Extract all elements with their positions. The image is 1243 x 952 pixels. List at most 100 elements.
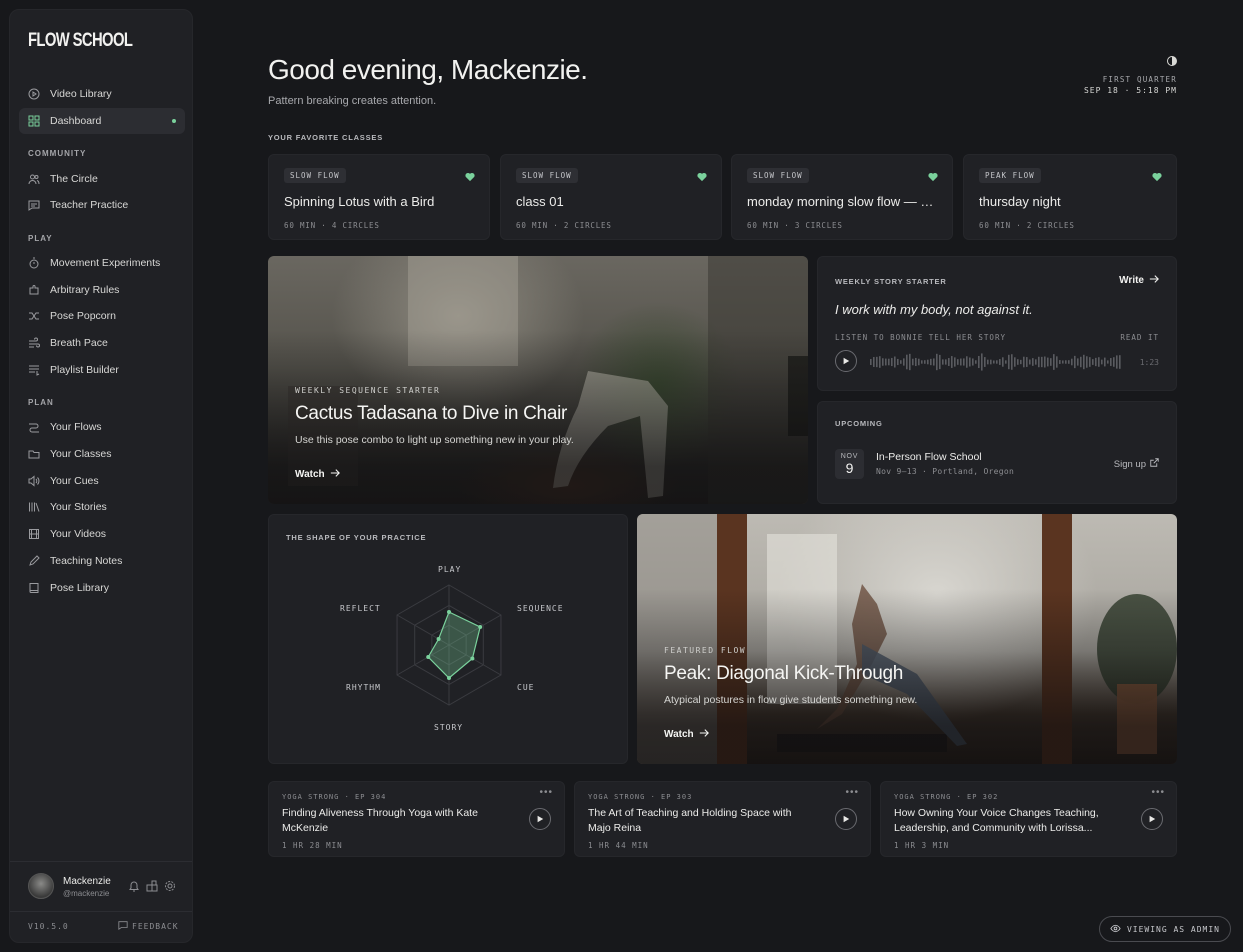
sidebar-item-arbitrary-rules[interactable]: Arbitrary Rules — [19, 277, 185, 303]
podcast-episode-card[interactable]: YOGA STRONG · EP 303 ••• The Art of Teac… — [574, 781, 871, 857]
waveform-bar — [1110, 358, 1112, 366]
waveform-bar — [1029, 359, 1031, 365]
heart-icon[interactable] — [465, 169, 475, 182]
sidebar-item-label: Your Videos — [50, 528, 107, 540]
app-version: V10.5.0 — [28, 922, 69, 931]
sequence-starter-card[interactable]: WEEKLY SEQUENCE STARTER Cactus Tadasana … — [268, 256, 808, 504]
bell-icon[interactable] — [128, 880, 140, 892]
heart-icon[interactable] — [697, 169, 707, 182]
sidebar-item-your-cues[interactable]: Your Cues — [19, 468, 185, 494]
waveform-bar — [1101, 359, 1103, 365]
event-month: NOV — [840, 453, 859, 460]
feedback-button[interactable]: FEEDBACK — [118, 920, 179, 932]
avatar[interactable] — [28, 873, 54, 899]
waveform-bar — [891, 357, 893, 367]
waveform-bar — [957, 359, 959, 365]
sidebar-divider — [10, 861, 192, 862]
more-options-icon[interactable]: ••• — [845, 787, 859, 798]
sidebar-item-your-flows[interactable]: Your Flows — [19, 414, 185, 440]
blocks-icon[interactable] — [146, 880, 158, 892]
heart-icon[interactable] — [928, 169, 938, 182]
sidebar-item-your-stories[interactable]: Your Stories — [19, 494, 185, 520]
favorite-class-card[interactable]: PEAK FLOW thursday night 60 MIN · 2 CIRC… — [963, 154, 1177, 240]
class-title: class 01 — [516, 194, 564, 209]
episode-play-button[interactable] — [835, 808, 857, 830]
listen-label: LISTEN TO BONNIE TELL HER STORY — [835, 333, 1006, 342]
favorite-class-card[interactable]: SLOW FLOW monday morning slow flow — c..… — [731, 154, 953, 240]
sidebar: FLOW SCHOOL Video Library Dashboard COMM… — [9, 9, 193, 943]
sidebar-item-the-circle[interactable]: The Circle — [19, 166, 185, 192]
sidebar-item-label: Your Stories — [50, 501, 107, 513]
waveform-bar — [960, 358, 962, 366]
user-actions — [128, 880, 176, 892]
sidebar-item-playlist-builder[interactable]: Playlist Builder — [19, 357, 185, 383]
waveform-bar — [1116, 355, 1118, 369]
audio-waveform[interactable] — [870, 350, 1122, 374]
upcoming-event-card: UPCOMING NOV 9 In-Person Flow School Nov… — [817, 401, 1177, 504]
podcast-episode-card[interactable]: YOGA STRONG · EP 304 ••• Finding Alivene… — [268, 781, 565, 857]
sidebar-item-teaching-notes[interactable]: Teaching Notes — [19, 548, 185, 574]
waveform-bar — [1035, 359, 1037, 365]
waveform-bar — [942, 359, 944, 365]
sidebar-item-video-library[interactable]: Video Library — [19, 81, 185, 107]
chat-icon — [28, 199, 40, 211]
read-it-link[interactable]: READ IT — [1120, 333, 1159, 342]
waveform-bar — [879, 356, 881, 368]
podcast-episode-card[interactable]: YOGA STRONG · EP 302 ••• How Owning Your… — [880, 781, 1177, 857]
image-overlay — [637, 514, 1177, 764]
watch-label: Watch — [664, 729, 694, 740]
sidebar-item-dashboard[interactable]: Dashboard — [19, 108, 185, 134]
arrow-right-icon — [1149, 274, 1159, 287]
episode-play-button[interactable] — [529, 808, 551, 830]
more-options-icon[interactable]: ••• — [1151, 787, 1165, 798]
featured-watch-button[interactable]: Watch — [664, 728, 709, 741]
gear-icon[interactable] — [164, 880, 176, 892]
sidebar-item-your-videos[interactable]: Your Videos — [19, 521, 185, 547]
viewing-as-admin-chip[interactable]: VIEWING AS ADMIN — [1098, 916, 1231, 942]
waveform-bar — [1008, 354, 1010, 370]
waveform-bar — [1005, 360, 1007, 364]
class-type-badge: SLOW FLOW — [284, 168, 346, 183]
waveform-bar — [927, 359, 929, 365]
waveform-bar — [1050, 358, 1052, 366]
waveform-bar — [1056, 356, 1058, 368]
sidebar-item-pose-popcorn[interactable]: Pose Popcorn — [19, 303, 185, 329]
waveform-bar — [1107, 360, 1109, 364]
folder-icon — [28, 448, 40, 460]
sign-up-link[interactable]: Sign up — [1114, 458, 1159, 470]
play-icon — [842, 810, 850, 828]
sidebar-item-teacher-practice[interactable]: Teacher Practice — [19, 192, 185, 218]
episode-play-button[interactable] — [1141, 808, 1163, 830]
event-date-box: NOV 9 — [835, 449, 864, 479]
feedback-icon — [118, 920, 128, 932]
sequence-kicker: WEEKLY SEQUENCE STARTER — [295, 386, 441, 395]
featured-flow-card[interactable]: FEATURED FLOW Peak: Diagonal Kick-Throug… — [637, 514, 1177, 764]
app-logo[interactable]: FLOW SCHOOL — [28, 30, 133, 52]
waveform-bar — [1047, 357, 1049, 367]
waveform-bar — [900, 360, 902, 364]
sidebar-item-breath-pace[interactable]: Breath Pace — [19, 330, 185, 356]
favorite-class-card[interactable]: SLOW FLOW Spinning Lotus with a Bird 60 … — [268, 154, 490, 240]
external-link-icon — [1150, 458, 1159, 470]
waveform-bar — [996, 360, 998, 364]
sequence-watch-button[interactable]: Watch — [295, 468, 340, 481]
story-play-button[interactable] — [835, 350, 857, 372]
waveform-bar — [897, 358, 899, 366]
more-options-icon[interactable]: ••• — [539, 787, 553, 798]
admin-chip-label: VIEWING AS ADMIN — [1126, 924, 1220, 934]
favorite-class-card[interactable]: SLOW FLOW class 01 60 MIN · 2 CIRCLES — [500, 154, 722, 240]
dashboard-grid-icon — [28, 115, 40, 127]
write-button[interactable]: Write — [1119, 274, 1159, 287]
sidebar-item-movement-experiments[interactable]: Movement Experiments — [19, 250, 185, 276]
sidebar-item-pose-library[interactable]: Pose Library — [19, 575, 185, 601]
waveform-bar — [1053, 354, 1055, 370]
waveform-bar — [939, 354, 941, 370]
sidebar-item-your-classes[interactable]: Your Classes — [19, 441, 185, 467]
heart-icon[interactable] — [1152, 169, 1162, 182]
featured-kicker: FEATURED FLOW — [664, 646, 747, 655]
radar-axis-cue: CUE — [517, 683, 535, 692]
waveform-bar — [1062, 360, 1064, 364]
class-meta: 60 MIN · 3 CIRCLES — [747, 221, 843, 230]
practice-shape-card: THE SHAPE OF YOUR PRACTICE PLAY SEQUENCE… — [268, 514, 628, 764]
waveform-bar — [963, 358, 965, 366]
